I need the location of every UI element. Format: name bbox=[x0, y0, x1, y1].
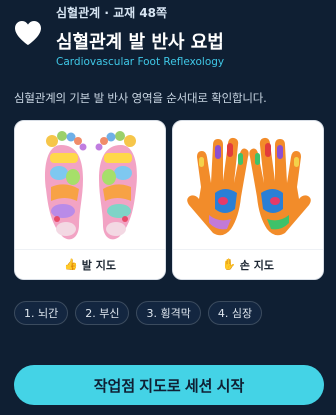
page-title: 심혈관계 발 반사 요법 bbox=[56, 32, 224, 53]
start-session-button[interactable]: 작업점 지도로 세션 시작 bbox=[14, 365, 324, 405]
step-chip-brainstem[interactable]: 1. 뇌간 bbox=[14, 301, 69, 325]
step-chips: 1. 뇌간 2. 부신 3. 횡격막 4. 심장 bbox=[14, 301, 263, 325]
header: 심혈관계 · 교재 48쪽 심혈관계 발 반사 요법 Cardiovascula… bbox=[14, 0, 324, 72]
raised-hand-icon: ✋ bbox=[222, 258, 236, 271]
foot-map-card[interactable]: 👍 발 지도 bbox=[14, 120, 166, 280]
foot-map-caption: 👍 발 지도 bbox=[15, 249, 165, 279]
step-chip-adrenal[interactable]: 2. 부신 bbox=[75, 301, 130, 325]
foot-reflexology-map-image bbox=[21, 127, 161, 249]
hand-map-card[interactable]: ✋ 손 지도 bbox=[172, 120, 324, 280]
hand-map-label: 손 지도 bbox=[239, 258, 274, 272]
page-subtitle: Cardiovascular Foot Reflexology bbox=[56, 56, 225, 68]
foot-map-label: 발 지도 bbox=[81, 258, 116, 272]
description-text: 심혈관계의 기본 발 반사 영역을 순서대로 확인합니다. bbox=[14, 91, 267, 105]
hand-map-caption: ✋ 손 지도 bbox=[173, 249, 323, 279]
hand-reflexology-map-image bbox=[179, 127, 319, 249]
heart-icon bbox=[15, 21, 41, 45]
chapter-reference: 심혈관계 · 교재 48쪽 bbox=[56, 6, 168, 20]
thumbs-up-icon: 👍 bbox=[64, 258, 78, 271]
step-chip-heart[interactable]: 4. 심장 bbox=[207, 301, 263, 325]
step-chip-diaphragm[interactable]: 3. 횡격막 bbox=[136, 301, 201, 325]
